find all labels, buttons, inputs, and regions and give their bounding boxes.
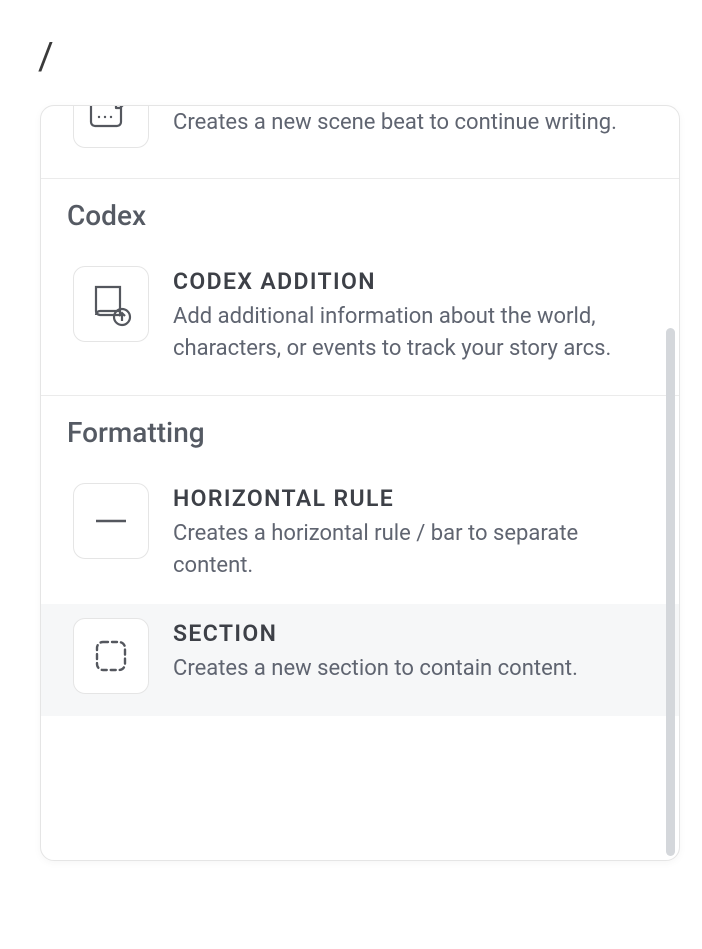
- option-title: SECTION: [173, 620, 653, 647]
- group-header-codex: Codex: [41, 179, 679, 252]
- group-header-formatting: Formatting: [41, 396, 679, 469]
- option-horizontal-rule[interactable]: HORIZONTAL RULE Creates a horizontal rul…: [41, 469, 679, 604]
- horizontal-rule-icon: [73, 483, 149, 559]
- codex-addition-icon: [73, 266, 149, 342]
- command-dropdown: CONTINUE WRITING Creates a new scene bea…: [40, 105, 680, 861]
- section-icon: [73, 618, 149, 694]
- option-text: CONTINUE WRITING Creates a new scene bea…: [173, 106, 653, 139]
- slash-command-input[interactable]: /: [0, 0, 702, 79]
- option-text: CODEX ADDITION Add additional informatio…: [173, 266, 653, 365]
- scrollbar[interactable]: [666, 328, 675, 856]
- option-description: Creates a horizontal rule / bar to separ…: [173, 518, 653, 582]
- option-description: Creates a new section to contain content…: [173, 653, 653, 685]
- scroll-area: CONTINUE WRITING Creates a new scene bea…: [41, 106, 679, 860]
- option-description: Creates a new scene beat to continue wri…: [173, 107, 653, 139]
- option-title: CODEX ADDITION: [173, 268, 653, 295]
- option-codex-addition[interactable]: CODEX ADDITION Add additional informatio…: [41, 252, 679, 387]
- option-text: SECTION Creates a new section to contain…: [173, 618, 653, 685]
- continue-writing-icon: [73, 106, 149, 148]
- option-section[interactable]: SECTION Creates a new section to contain…: [41, 604, 679, 716]
- option-description: Add additional information about the wor…: [173, 301, 653, 365]
- option-continue-writing[interactable]: CONTINUE WRITING Creates a new scene bea…: [41, 106, 679, 170]
- option-title: HORIZONTAL RULE: [173, 485, 653, 512]
- option-text: HORIZONTAL RULE Creates a horizontal rul…: [173, 483, 653, 582]
